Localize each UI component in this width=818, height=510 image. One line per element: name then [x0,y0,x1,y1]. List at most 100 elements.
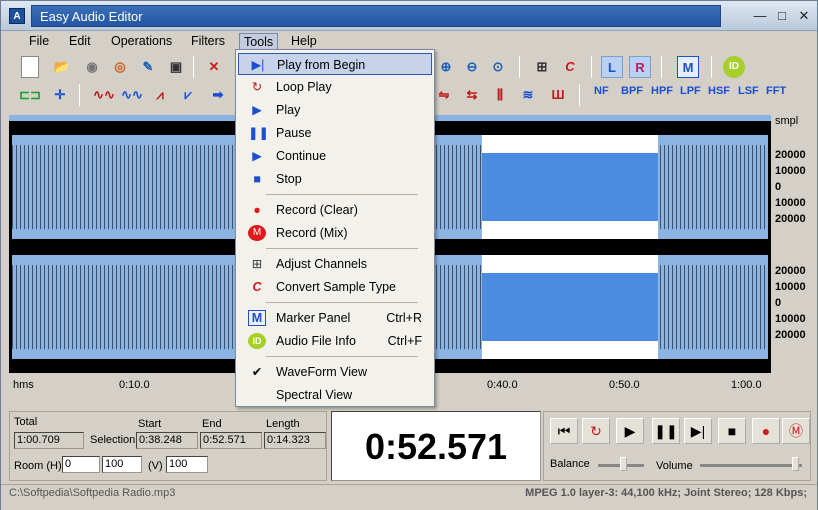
loop-play-button[interactable]: ↻ [582,418,610,444]
ruler-tick: 0:40.0 [487,379,518,391]
menu-filters[interactable]: Filters [187,33,229,50]
file-format: MPEG 1.0 layer-3: 44,100 kHz; Joint Ster… [525,487,807,499]
menu-item-play[interactable]: ▶ Play [238,99,432,121]
selection-region[interactable] [482,255,658,359]
menu-bar: File Edit Operations Filters Tools Help [1,31,817,51]
record-icon: ● [253,203,261,217]
menu-item-adjust-channels[interactable]: ⊞ Adjust Channels [238,253,432,275]
zoom-in-icon[interactable]: ⊕ [435,56,457,78]
menu-item-spectral-view[interactable]: Spectral View [238,384,432,406]
play-button[interactable]: ▶ [616,418,644,444]
loop-play-icon: ↻ [251,80,263,94]
menu-item-convert-sample-type[interactable]: C Convert Sample Type [238,276,432,298]
menu-item-audio-file-info[interactable]: ID Audio File Info Ctrl+F [238,330,432,352]
close-button[interactable]: ✕ [793,6,815,26]
menu-separator [266,302,418,303]
record-disc-icon[interactable]: ◎ [109,56,131,78]
new-file-icon[interactable] [21,56,39,78]
marker-panel-icon: M [248,310,266,326]
zoom-out-icon[interactable]: ⊖ [461,56,483,78]
edit-icon[interactable]: ✎ [137,56,159,78]
delete-icon[interactable]: ✕ [203,56,225,78]
menu-item-loop-play[interactable]: ↻ Loop Play [238,76,432,98]
menu-item-record-clear[interactable]: ● Record (Clear) [238,199,432,221]
open-folder-icon[interactable]: 📂 [51,56,73,78]
zoom-fit-icon[interactable]: ⊙ [487,56,509,78]
scale-label: 10000 [775,197,806,209]
adjust-channels-icon[interactable]: ⊞ [531,56,553,78]
menu-item-marker-panel[interactable]: M Marker Panel Ctrl+R [238,307,432,329]
fft-button[interactable]: FFT [766,85,786,97]
ruler-unit: hms [13,379,34,391]
record-button[interactable]: ● [752,418,780,444]
convert-sample-icon[interactable]: C [559,56,581,78]
marker-panel-icon[interactable]: M [677,56,699,78]
cd-icon[interactable]: ◉ [81,56,103,78]
menu-item-stop[interactable]: ■ Stop [238,168,432,190]
room-v-input[interactable]: 100 [166,456,208,473]
total-label: Total [14,416,38,428]
scale-label: 20000 [775,149,806,161]
menu-separator [266,248,418,249]
continue-button[interactable]: ▶| [684,418,712,444]
reverse-icon[interactable]: ⇆ [461,84,483,106]
menu-item-play-from-begin[interactable]: ▶| Play from Begin [238,53,432,75]
menu-tools[interactable]: Tools [239,33,279,50]
scale-label: 10000 [775,313,806,325]
time-display: 0:52.571 [331,411,541,481]
balance-thumb[interactable] [620,457,627,471]
spectrum-icon[interactable]: Ш [547,84,569,106]
skip-start-button[interactable]: ⏮ [550,418,578,444]
menu-item-waveform-view[interactable]: ✔ WaveForm View [238,361,432,383]
menu-edit[interactable]: Edit [65,33,95,50]
wave-effect-icon[interactable]: ∿∿ [121,84,143,106]
menu-help[interactable]: Help [287,33,321,50]
hpf-filter-button[interactable]: HPF [651,85,673,97]
selection-region[interactable] [482,135,658,239]
scale-label: 10000 [775,281,806,293]
stop-button[interactable]: ■ [718,418,746,444]
effect-icon[interactable]: ⇋ [433,84,455,106]
menu-item-record-mix[interactable]: M Record (Mix) [238,222,432,244]
left-channel-button[interactable]: L [601,56,623,78]
bpf-filter-button[interactable]: BPF [621,85,643,97]
equalizer-icon[interactable]: ⫼ [489,84,511,106]
fade-out-icon[interactable]: ⩗ [177,84,199,106]
right-channel-button[interactable]: R [629,56,651,78]
convert-sample-icon: C [252,280,262,294]
volume-slider[interactable] [700,464,802,467]
ruler-tick: 1:00.0 [731,379,762,391]
minimize-button[interactable]: — [749,6,771,26]
scale-label: 0 [775,181,782,193]
continue-icon: ▶ [252,149,262,163]
pause-button[interactable]: ❚❚ [652,418,680,444]
stretch-icon[interactable]: ≋ [517,84,539,106]
lsf-filter-button[interactable]: LSF [738,85,759,97]
cursor-position-icon[interactable]: ✛ [49,84,71,106]
audio-file-info-icon[interactable]: ID [723,56,745,78]
toolbar-separator [579,84,580,106]
wave-effect-icon[interactable]: ∿∿ [93,84,115,106]
length-field[interactable]: 0:14.323 [264,432,326,449]
maximize-button[interactable]: □ [771,6,793,26]
nf-filter-button[interactable]: NF [594,85,609,97]
menu-item-pause[interactable]: ❚❚ Pause [238,122,432,144]
menu-file[interactable]: File [25,33,53,50]
end-field[interactable]: 0:52.571 [200,432,262,449]
title-bar[interactable]: A Easy Audio Editor — □ ✕ [1,1,817,31]
selected-waveform [482,273,658,341]
toolbar-separator [591,56,592,78]
select-range-icon[interactable]: ⊏⊐ [19,84,41,106]
record-mix-button[interactable]: Ⓜ [782,418,810,444]
room-h-input[interactable]: 0 [62,456,100,473]
menu-operations[interactable]: Operations [107,33,176,50]
fade-in-icon[interactable]: ⩘ [149,84,171,106]
lpf-filter-button[interactable]: LPF [680,85,701,97]
save-icon[interactable]: ▣ [165,56,187,78]
volume-thumb[interactable] [792,457,799,471]
hsf-filter-button[interactable]: HSF [708,85,730,97]
menu-item-continue[interactable]: ▶ Continue [238,145,432,167]
start-field[interactable]: 0:38.248 [136,432,198,449]
room-h-input-2[interactable]: 100 [102,456,142,473]
arrow-right-icon[interactable]: ➡ [207,84,229,106]
